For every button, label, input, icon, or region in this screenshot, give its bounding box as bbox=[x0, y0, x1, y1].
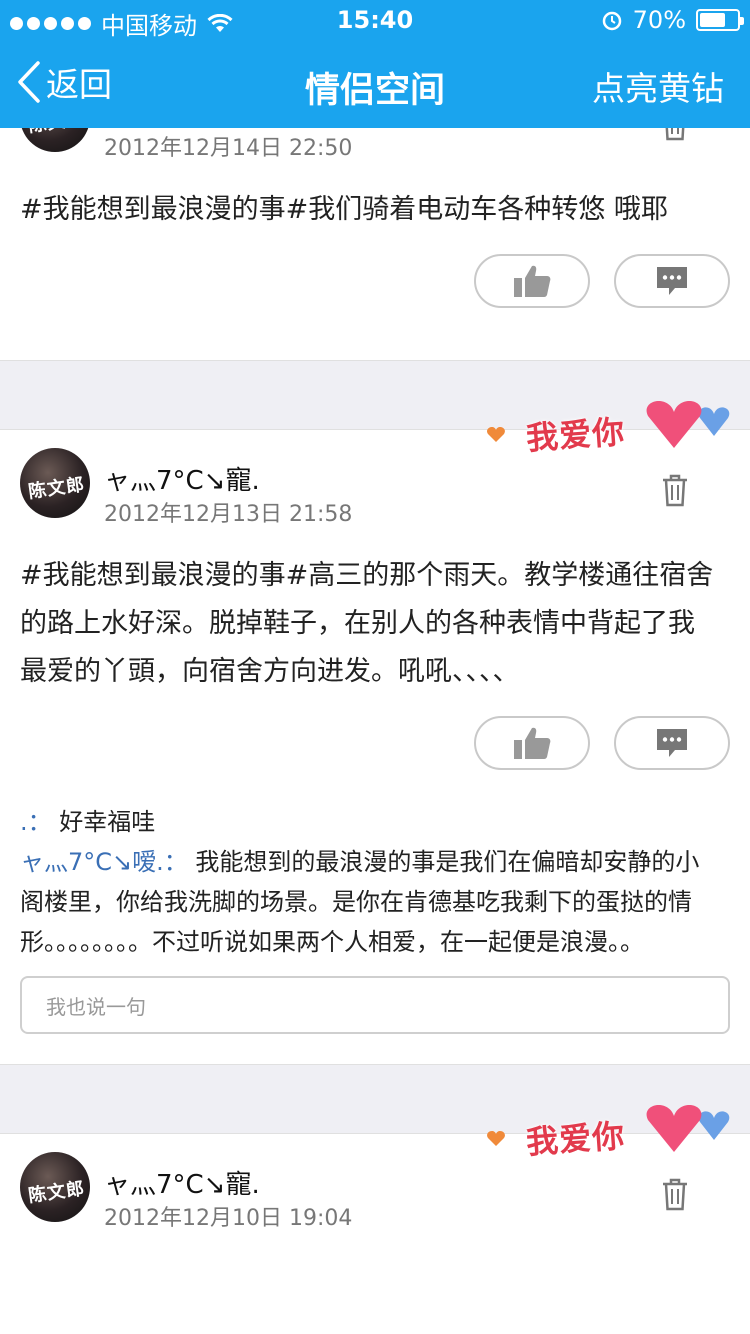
comment-button[interactable] bbox=[614, 716, 730, 770]
post-date: 2012年12月10日 19:04 bbox=[104, 1206, 353, 1231]
post-date: 2012年12月13日 21:58 bbox=[104, 502, 353, 527]
post-username[interactable]: ャ灬7°C↘寵. bbox=[104, 460, 260, 497]
battery-percent: 70% bbox=[632, 6, 686, 34]
avatar[interactable]: 陈文郎 bbox=[20, 1152, 90, 1222]
post-text: #我能想到最浪漫的事#高三的那个雨天。教学楼通往宿舍的路上水好深。脱掉鞋子，在别… bbox=[20, 560, 714, 687]
comment-button[interactable] bbox=[614, 254, 730, 308]
navigation-bar: 返回 情侣空间 点亮黄钻 bbox=[0, 40, 750, 128]
thumbs-up-icon bbox=[514, 265, 551, 297]
feed-scroll-area[interactable]: 陈文郎 2012年12月14日 22:50 #我能想到最浪漫的事#我们骑着电动车… bbox=[0, 128, 750, 1334]
comment-item: ャ灬7°C↘嗳.： 我能想到的最浪漫的事是我们在偏暗却安静的小阁楼里，你给我洗脚… bbox=[20, 842, 720, 962]
comment-list: .： 好幸福哇 ャ灬7°C↘嗳.： 我能想到的最浪漫的事是我们在偏暗却安静的小阁… bbox=[20, 792, 730, 962]
post-card: 我爱你 陈文郎 ャ灬7°C↘寵. 2012年12月10日 19:04 bbox=[0, 1104, 750, 1246]
avatar[interactable]: 陈文郎 bbox=[20, 448, 90, 518]
commenter-name[interactable]: .： bbox=[20, 808, 52, 836]
trash-icon[interactable] bbox=[660, 128, 690, 142]
comment-item: .： 好幸福哇 bbox=[20, 802, 720, 842]
post-date: 2012年12月14日 22:50 bbox=[104, 136, 353, 161]
comment-text: 好幸福哇 bbox=[59, 808, 156, 836]
battery-icon bbox=[696, 9, 744, 31]
like-button[interactable] bbox=[474, 254, 590, 308]
thumbs-up-icon bbox=[514, 727, 551, 759]
like-button[interactable] bbox=[474, 716, 590, 770]
post-text: #我能想到最浪漫的事#我们骑着电动车各种转悠 哦耶 bbox=[20, 194, 668, 225]
trash-icon[interactable] bbox=[660, 1176, 690, 1212]
reply-input[interactable]: 我也说一句 bbox=[20, 976, 730, 1034]
post-card: 我爱你 陈文郎 ャ灬7°C↘寵. 2012年12月13日 21:58 #我能想到… bbox=[0, 400, 750, 1034]
post-username[interactable]: ャ灬7°C↘寵. bbox=[104, 1164, 260, 1201]
avatar[interactable]: 陈文郎 bbox=[20, 128, 90, 152]
status-bar: 中国移动 15:40 70% bbox=[0, 0, 750, 40]
alarm-icon bbox=[602, 11, 621, 31]
post-card: 陈文郎 2012年12月14日 22:50 #我能想到最浪漫的事#我们骑着电动车… bbox=[0, 128, 750, 360]
comment-icon bbox=[657, 729, 687, 757]
trash-icon[interactable] bbox=[660, 472, 690, 508]
comment-icon bbox=[657, 267, 687, 295]
commenter-name[interactable]: ャ灬7°C↘嗳.： bbox=[20, 848, 188, 876]
light-yellow-diamond-button[interactable]: 点亮黄钻 bbox=[592, 62, 724, 110]
